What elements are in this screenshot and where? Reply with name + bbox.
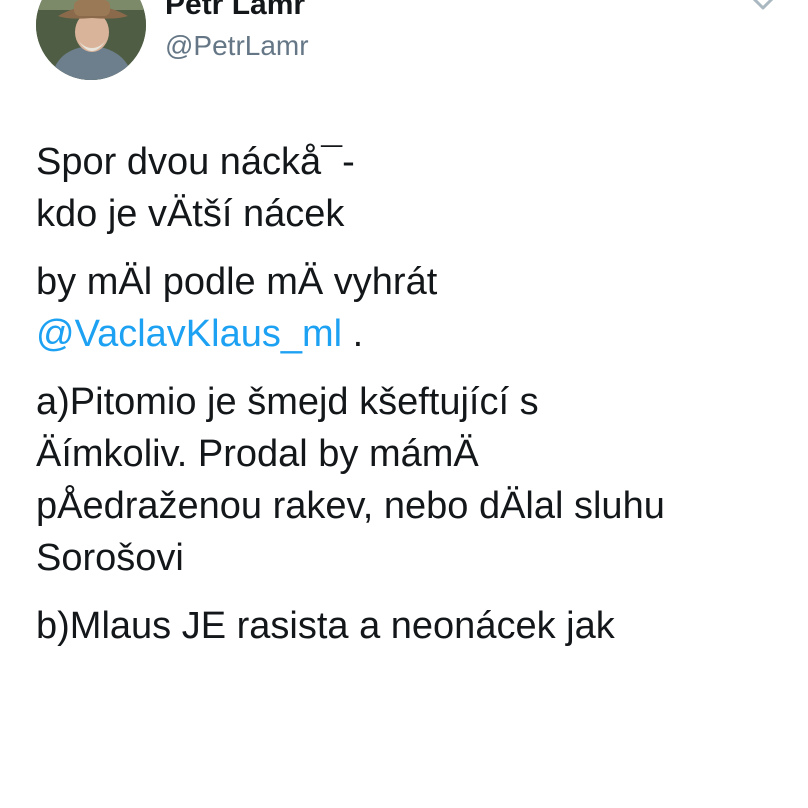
mention-link[interactable]: @VaclavKlaus_ml bbox=[36, 313, 342, 355]
tweet-paragraph: Spor dvou náckå¯- kdo je vÄtší nácek bbox=[36, 136, 776, 240]
user-handle[interactable]: @PetrLamr bbox=[165, 30, 309, 62]
tweet-card: Petr Lamr @PetrLamr Spor dvou náckå¯- kd… bbox=[0, 0, 808, 808]
tweet-line: Sorošovi bbox=[36, 537, 184, 579]
mention-trailing-text: . bbox=[342, 313, 364, 355]
tweet-paragraph: b)Mlaus JE rasista a neonácek jak bbox=[36, 600, 776, 652]
display-name[interactable]: Petr Lamr bbox=[165, 0, 305, 22]
chevron-down-icon[interactable] bbox=[748, 0, 778, 18]
tweet-line: pÅedraženou rakev, nebo dÄlal sluhu bbox=[36, 485, 665, 527]
tweet-line: @VaclavKlaus_ml . bbox=[36, 308, 776, 360]
tweet-line: b)Mlaus JE rasista a neonácek jak bbox=[36, 605, 615, 647]
tweet-text: Spor dvou náckå¯- kdo je vÄtší nácek by … bbox=[36, 136, 776, 668]
tweet-paragraph: a)Pitomio je šmejd kšeftující s Äímkoliv… bbox=[36, 376, 776, 584]
avatar[interactable] bbox=[36, 0, 146, 80]
profile-photo-icon bbox=[36, 0, 146, 80]
tweet-paragraph: by mÄl podle mÄ vyhrát @VaclavKlaus_ml . bbox=[36, 256, 776, 360]
tweet-line: by mÄl podle mÄ vyhrát bbox=[36, 261, 438, 303]
tweet-line: a)Pitomio je šmejd kšeftující s bbox=[36, 381, 539, 423]
tweet-line: Äímkoliv. Prodal by mámÄ bbox=[36, 433, 479, 475]
tweet-line: kdo je vÄtší nácek bbox=[36, 193, 345, 235]
tweet-line: Spor dvou náckå¯- bbox=[36, 141, 355, 183]
